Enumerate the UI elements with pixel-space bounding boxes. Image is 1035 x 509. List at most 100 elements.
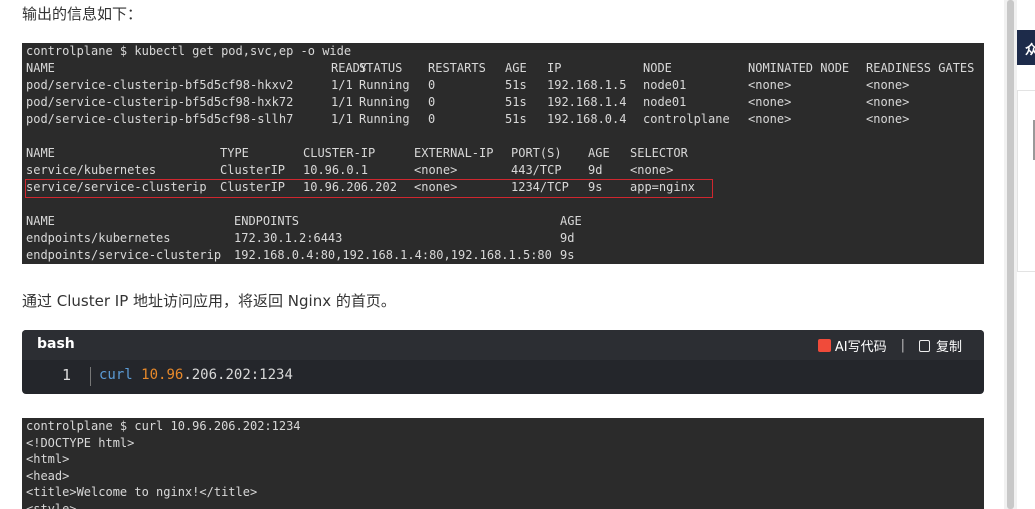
terminal-cell: 0 [428, 78, 436, 92]
terminal-cell: <none> [866, 95, 910, 109]
terminal-cell: 9d [560, 231, 575, 245]
terminal-cell: 192.168.1.5 [547, 78, 627, 92]
terminal-cell: NAME [26, 146, 55, 160]
terminal-cell: 0 [428, 95, 436, 109]
highlight-box [25, 179, 713, 198]
code-language-label: bash [37, 336, 75, 352]
terminal-line: <!DOCTYPE html> [26, 435, 135, 450]
pods-header-row: NAME READY STATUS RESTARTS AGE IP NODE NOMINATE… [22, 60, 984, 77]
terminal-cell: 51s [505, 95, 527, 109]
ai-code-label: AI写代码 [834, 340, 887, 355]
copy-icon [918, 339, 930, 352]
terminal-cell: Running [359, 78, 410, 92]
code-block-header: bash AI写代码 | 复制 [22, 330, 984, 360]
ai-logo-icon [817, 339, 831, 352]
terminal-cell: 192.168.0.4:80,192.168.1.4:80,192.168.1.… [234, 248, 552, 262]
code-line[interactable]: curl 10.96.206.202:1234 [99, 367, 293, 383]
terminal-cell: RESTARTS [428, 61, 486, 75]
copy-button[interactable]: 复制 [918, 336, 962, 355]
terminal-cell: Running [359, 112, 410, 126]
scrollbar-thumb[interactable] [1007, 0, 1014, 509]
terminal-cell: CLUSTER-IP [303, 146, 376, 160]
terminal-cell: pod/service-clusterip-bf5d5cf98-hxk72 [26, 95, 294, 109]
terminal-cell: 10.96.0.1 [303, 163, 369, 177]
terminal-cell: ENDPOINTS [234, 214, 300, 228]
copy-label: 复制 [935, 340, 962, 355]
page-scrollbar[interactable] [1004, 0, 1017, 509]
code-gutter-divider [90, 367, 91, 386]
terminal-cell: <none> [630, 163, 674, 177]
pod-row: pod/service-clusterip-bf5d5cf98-hkxv2 1/1… [22, 77, 984, 94]
terminal-cell: <none> [414, 163, 458, 177]
terminal-output-kubectl: controlplane $ kubectl get pod,svc,ep -o… [22, 43, 984, 264]
side-panel-tab[interactable]: 众 [1017, 30, 1035, 65]
side-panel-card [1017, 90, 1035, 272]
terminal-line: <style> [26, 501, 77, 509]
terminal-cell: 1/1 [331, 78, 353, 92]
terminal-cell: 192.168.1.4 [547, 95, 627, 109]
terminal-cell: NOMINATED NODE [748, 61, 850, 75]
service-row: service/kubernetes ClusterIP 10.96.0.1 <non… [22, 162, 984, 179]
endpoint-row: endpoints/service-clusterip 192.168.0.4:8… [22, 247, 984, 264]
terminal-cell: node01 [643, 95, 687, 109]
terminal-cell: 1/1 [331, 95, 353, 109]
endpoints-header-row: NAME ENDPOINTS AGE [22, 213, 984, 230]
code-command: curl [99, 367, 133, 383]
terminal-cell: 9d [588, 163, 603, 177]
side-panel: 众 [1017, 0, 1035, 509]
ai-code-button[interactable]: AI写代码 [817, 336, 887, 355]
terminal-line: <html> [26, 452, 70, 466]
terminal-cell: <none> [866, 78, 910, 92]
terminal-cell: controlplane [643, 112, 730, 126]
pod-row: pod/service-clusterip-bf5d5cf98-hxk72 1/1… [22, 94, 984, 111]
code-number: 10.96 [141, 367, 184, 383]
description-text: 通过 Cluster IP 地址访问应用，将返回 Nginx 的首页。 [22, 292, 396, 310]
terminal-cell: 9s [560, 248, 575, 262]
terminal-output-curl: controlplane $ curl 10.96.206.202:1234 <!… [22, 418, 984, 509]
terminal-cell: 51s [505, 112, 527, 126]
terminal-cell: 192.168.0.4 [547, 112, 627, 126]
code-args: .206.202:1234 [183, 367, 293, 383]
terminal-cell: endpoints/kubernetes [26, 231, 171, 245]
intro-text: 输出的信息如下： [22, 5, 143, 23]
pod-row: pod/service-clusterip-bf5d5cf98-sllh7 1/1… [22, 111, 984, 128]
services-header-row: NAME TYPE CLUSTER-IP EXTERNAL-IP PORT(S) AGE S… [22, 145, 984, 162]
terminal-line: controlplane $ curl 10.96.206.202:1234 [26, 419, 301, 433]
terminal-cell: node01 [643, 78, 687, 92]
terminal-cell: SELECTOR [630, 146, 688, 160]
terminal-line: <head> [26, 468, 70, 483]
code-toolbar: AI写代码 | 复制 [817, 336, 962, 355]
terminal-cell: service/kubernetes [26, 163, 157, 177]
terminal-cell: NAME [26, 61, 55, 75]
line-number: 1 [62, 366, 72, 384]
terminal-cell: pod/service-clusterip-bf5d5cf98-sllh7 [26, 112, 294, 126]
terminal-cell: <none> [748, 95, 792, 109]
terminal-cell: READINESS GATES [866, 61, 975, 75]
terminal-cell: AGE [560, 214, 582, 228]
terminal-cell: 172.30.1.2:6443 [234, 231, 343, 245]
endpoint-row: endpoints/kubernetes 172.30.1.2:6443 9d [22, 230, 984, 247]
terminal-cell: NODE [643, 61, 672, 75]
terminal-cell: NAME [26, 214, 55, 228]
toolbar-divider: | [900, 338, 905, 353]
terminal-cell: PORT(S) [511, 146, 562, 160]
terminal-cell: TYPE [220, 146, 249, 160]
terminal-cell: EXTERNAL-IP [414, 146, 494, 160]
terminal-cell: 0 [428, 112, 436, 126]
terminal-cell: STATUS [359, 61, 403, 75]
terminal-cell: <none> [866, 112, 910, 126]
terminal-cell: 1/1 [331, 112, 353, 126]
terminal-command-line: controlplane $ kubectl get pod,svc,ep -o… [26, 44, 352, 58]
terminal-cell: AGE [505, 61, 527, 75]
terminal-cell: IP [547, 61, 562, 75]
terminal-cell: ClusterIP [220, 163, 286, 177]
terminal-cell: 443/TCP [511, 163, 562, 177]
terminal-cell: <none> [748, 112, 792, 126]
side-tab-label: 众 [1025, 43, 1035, 58]
terminal-cell: pod/service-clusterip-bf5d5cf98-hkxv2 [26, 78, 294, 92]
article-content: 输出的信息如下： controlplane $ kubectl get pod,… [0, 0, 1004, 509]
terminal-cell: 51s [505, 78, 527, 92]
terminal-cell: endpoints/service-clusterip [26, 248, 222, 262]
terminal-cell: AGE [588, 146, 610, 160]
terminal-cell: Running [359, 95, 410, 109]
